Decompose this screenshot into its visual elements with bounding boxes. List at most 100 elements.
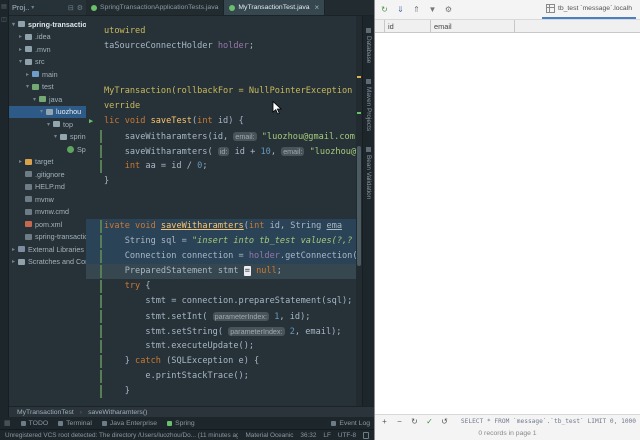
tool-stripe-database[interactable]: Database — [365, 28, 372, 63]
tree-arrow-icon[interactable]: ▾ — [17, 58, 24, 65]
code-area[interactable]: utowired taSourceConnectHolder holder; MyT… — [86, 16, 356, 406]
tab-springtransactionapplicationtests[interactable]: SpringTransactionApplicationTests.java — [86, 0, 225, 15]
sql-statement[interactable]: SELECT * FROM `message`.`tb_test` LIMIT … — [461, 418, 636, 425]
code-line[interactable]: e.printStackTrace(); — [86, 369, 356, 384]
code-line[interactable]: try { — [86, 279, 356, 294]
tree-arrow-icon[interactable]: ▸ — [17, 46, 24, 53]
tree-arrow-icon[interactable]: ▸ — [10, 258, 17, 265]
reload-page-icon[interactable]: ↻ — [409, 415, 420, 427]
tree-arrow-icon[interactable]: ▸ — [24, 71, 31, 78]
tab-mytransactiontest[interactable]: MyTransactionTest.java × — [224, 0, 326, 15]
tree-arrow-icon[interactable]: ▾ — [38, 108, 45, 115]
tree-item-src[interactable]: ▾ src — [9, 56, 86, 69]
toolwindow-event-log[interactable]: Event Log — [331, 420, 370, 427]
tool-stripe-bean-validation[interactable]: Bean Validation — [365, 147, 372, 200]
toolwindow-spring[interactable]: Spring — [167, 420, 195, 427]
code-line[interactable] — [86, 204, 356, 219]
column-header-id[interactable]: id — [385, 20, 431, 32]
code-line[interactable] — [86, 54, 356, 69]
file-encoding[interactable]: UTF-8 — [338, 432, 356, 439]
code-line[interactable]: verride — [86, 99, 356, 114]
toolwindow-todo[interactable]: TODO — [20, 420, 48, 427]
tree-arrow-icon[interactable]: ▸ — [10, 246, 17, 253]
code-line[interactable]: } catch (SQLException e) { — [86, 354, 356, 369]
run-icon[interactable]: ▶ — [89, 114, 93, 129]
add-row-icon[interactable]: + — [379, 415, 390, 427]
project-selector[interactable]: Proj.. ▾ ⊟ ⚙ — [9, 0, 86, 15]
code-line[interactable]: stmt.executeUpdate(); — [86, 339, 356, 354]
breadcrumb-class[interactable]: MyTransactionTest — [17, 409, 74, 416]
collapse-all-icon[interactable]: ⊟ — [68, 4, 74, 12]
tool-stripe-maven-projects[interactable]: Maven Projects — [365, 79, 372, 131]
db-table-tab[interactable]: tb_test `message`.localh — [541, 0, 636, 19]
submit-icon[interactable]: ✓ — [424, 415, 435, 427]
tree-item-mvnw-cmd[interactable]: mvnw.cmd — [9, 206, 86, 219]
tree-arrow-icon[interactable]: ▾ — [10, 21, 17, 28]
download-rows-icon[interactable]: ⇓ — [395, 4, 406, 16]
close-tab-icon[interactable]: × — [315, 3, 320, 12]
favorites-tool-icon[interactable]: ◫ — [1, 17, 7, 24]
tree-item-spring[interactable]: Spring... — [9, 143, 86, 156]
code-line[interactable]: stmt.setInt( parameterIndex: 1, id); — [86, 309, 356, 324]
tree-item-spring-transaction[interactable]: ▾ spring-transaction — [9, 18, 86, 31]
tree-item-luozhou[interactable]: ▾ luozhou — [9, 105, 86, 118]
code-line[interactable]: stmt = connection.prepareStatement(sql); — [86, 294, 356, 309]
revert-icon[interactable]: ↺ — [439, 415, 450, 427]
upload-rows-icon[interactable]: ⇑ — [411, 4, 422, 16]
tree-arrow-icon[interactable]: ▾ — [45, 121, 52, 128]
tree-item-test[interactable]: ▾ test — [9, 81, 86, 94]
code-line[interactable]: PreparedStatement stmt = null; — [86, 264, 356, 279]
theme-name[interactable]: Material Oceanic — [245, 432, 293, 439]
tree-item-java[interactable]: ▾ java — [9, 93, 86, 106]
settings-icon[interactable]: ⚙ — [77, 4, 83, 12]
code-line[interactable]: saveWitharamters( id: id + 10, email: "l… — [86, 144, 356, 159]
delete-row-icon[interactable]: − — [394, 415, 405, 427]
tree-arrow-icon[interactable]: ▾ — [52, 133, 59, 140]
tree-item-top[interactable]: ▾ top — [9, 118, 86, 131]
scrollbar-thumb[interactable] — [357, 146, 361, 266]
project-tool-icon[interactable]: ▤ — [1, 4, 7, 11]
code-line[interactable]: stmt.setString( parameterIndex: 2, email… — [86, 324, 356, 339]
lock-icon[interactable] — [363, 431, 369, 439]
tree-arrow-icon[interactable]: ▸ — [17, 33, 24, 40]
status-message[interactable]: Unregistered VCS root detected: The dire… — [5, 432, 238, 439]
tree-item-help-md[interactable]: HELP.md — [9, 181, 86, 194]
code-line[interactable]: ivate void saveWitharamters(int id, Stri… — [86, 219, 356, 234]
tree-item-main[interactable]: ▸ main — [9, 68, 86, 81]
toolwindow-java-enterprise[interactable]: Java Enterprise — [101, 420, 157, 427]
toolwindow-switcher-icon[interactable]: ▦ — [4, 419, 11, 427]
tree-item-target[interactable]: ▸ target — [9, 156, 86, 169]
reload-icon[interactable]: ↻ — [379, 4, 390, 16]
tree-item-external-libraries[interactable]: ▸ External Libraries — [9, 243, 86, 256]
tree-item-mvnw[interactable]: mvnw — [9, 193, 86, 206]
code-line[interactable]: MyTransaction(rollbackFor = NullPointerE… — [86, 84, 356, 99]
settings-icon[interactable]: ⚙ — [443, 4, 454, 16]
column-header-email[interactable]: email — [431, 20, 515, 32]
code-line[interactable]: saveWitharamters(id, email: "luozhou@gma… — [86, 129, 356, 144]
tree-item-idea[interactable]: ▸ .idea — [9, 31, 86, 44]
tree-arrow-icon[interactable]: ▸ — [17, 158, 24, 165]
tree-item-gitignore[interactable]: .gitignore — [9, 168, 86, 181]
tree-item-spring[interactable]: ▾ spring... — [9, 131, 86, 144]
line-separator[interactable]: LF — [323, 432, 330, 439]
code-line[interactable]: String sql = "insert into tb_test values… — [86, 234, 356, 249]
code-line[interactable]: } — [86, 384, 356, 399]
code-line[interactable]: Connection connection = holder.getConnec… — [86, 249, 356, 264]
tree-item-mvn[interactable]: ▸ .mvn — [9, 43, 86, 56]
toolwindow-terminal[interactable]: Terminal — [58, 420, 92, 427]
tree-item-spring-transaction[interactable]: spring-transaction... — [9, 231, 86, 244]
code-line[interactable]: ▶ lic void saveTest(int id) { — [86, 114, 356, 129]
code-line[interactable]: int aa = id / 0; — [86, 159, 356, 174]
caret-position[interactable]: 36:32 — [300, 432, 316, 439]
code-line[interactable]: } — [86, 174, 356, 189]
code-line[interactable]: taSourceConnectHolder holder; — [86, 39, 356, 54]
code-line[interactable] — [86, 69, 356, 84]
code-line[interactable] — [86, 189, 356, 204]
filter-icon[interactable]: ▼ — [427, 4, 438, 16]
breadcrumb-method[interactable]: saveWitharamters() — [88, 409, 147, 416]
tree-item-scratches-and-consoles[interactable]: ▸ Scratches and Consoles — [9, 256, 86, 269]
tree-arrow-icon[interactable]: ▾ — [24, 83, 31, 90]
tree-item-pom-xml[interactable]: pom.xml — [9, 218, 86, 231]
tree-arrow-icon[interactable]: ▾ — [31, 96, 38, 103]
db-grid-body[interactable] — [375, 33, 640, 414]
